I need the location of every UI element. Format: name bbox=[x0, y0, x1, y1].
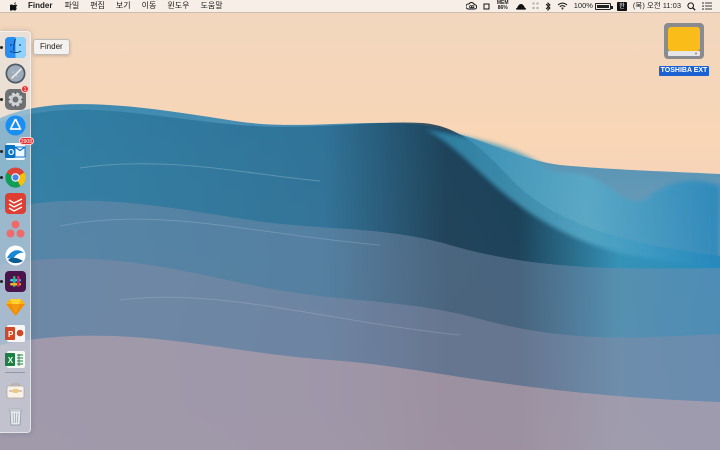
battery-status[interactable]: 100% bbox=[573, 0, 613, 12]
battery-percent: 100% bbox=[573, 1, 593, 10]
running-indicator bbox=[0, 176, 3, 179]
wave-icon bbox=[5, 245, 25, 265]
desktop-drive[interactable]: TOSHIBA EXT bbox=[659, 22, 709, 78]
dock-item-todoist[interactable] bbox=[4, 192, 26, 214]
menu-help[interactable]: 도움말 bbox=[200, 0, 222, 12]
menu-view[interactable]: 보기 bbox=[116, 0, 131, 12]
briefcase-icon bbox=[6, 383, 24, 398]
menu-window[interactable]: 윈도우 bbox=[167, 0, 189, 12]
notification-center-icon[interactable] bbox=[702, 0, 712, 12]
dock-item-system-preferences[interactable]: 1 bbox=[4, 85, 29, 110]
powerpoint-icon: P bbox=[4, 324, 25, 342]
dock-item-app-store[interactable] bbox=[4, 114, 26, 136]
outlook-badge: 2908 bbox=[18, 137, 34, 145]
dock-item-powerpoint[interactable]: P bbox=[4, 322, 26, 344]
slack-icon bbox=[4, 270, 26, 292]
external-drive-icon bbox=[664, 23, 704, 59]
spotlight-search-icon[interactable] bbox=[687, 0, 696, 12]
dock-item-outlook[interactable]: O 2908 bbox=[4, 137, 34, 162]
dock-item-slack[interactable] bbox=[4, 270, 26, 292]
menu-status-area: MEM 86% 100% 한 (목) 오전 11:03 bbox=[465, 0, 712, 12]
running-indicator bbox=[0, 98, 3, 101]
menu-bar: Finder 파일 편집 보기 이동 윈도우 도움말 MEM 86% 100% … bbox=[0, 0, 720, 12]
dock-item-excel[interactable]: X bbox=[4, 348, 26, 370]
menu-go[interactable]: 이동 bbox=[142, 0, 157, 12]
menu-left: Finder 파일 편집 보기 이동 윈도우 도움말 bbox=[9, 0, 234, 12]
running-indicator bbox=[0, 46, 3, 49]
finder-icon bbox=[4, 36, 26, 58]
diamond-icon bbox=[5, 298, 25, 316]
apple-menu-icon[interactable] bbox=[9, 1, 18, 11]
dock-item-briefcase[interactable] bbox=[4, 379, 26, 401]
wallpaper-wave-image bbox=[0, 0, 720, 450]
trash-icon bbox=[8, 408, 22, 425]
dock-separator bbox=[5, 372, 25, 373]
asana-icon bbox=[6, 220, 24, 237]
rocket-icon bbox=[5, 63, 25, 83]
menu-file[interactable]: 파일 bbox=[64, 0, 79, 12]
excel-icon: X bbox=[4, 350, 25, 368]
bluetooth-icon[interactable] bbox=[545, 0, 551, 12]
chrome-icon bbox=[4, 167, 26, 188]
memory-status[interactable]: MEM 86% bbox=[496, 0, 510, 12]
system-preferences-badge: 1 bbox=[21, 85, 29, 93]
input-source-icon[interactable]: 한 bbox=[616, 1, 627, 11]
hat-icon[interactable] bbox=[515, 0, 526, 12]
dock-item-sketch[interactable] bbox=[4, 296, 26, 318]
dock-item-chrome[interactable] bbox=[4, 166, 26, 188]
grid-icon[interactable] bbox=[532, 0, 539, 12]
memory-value: 86% bbox=[497, 5, 508, 11]
dock: 1 O 2908 P X bbox=[0, 31, 34, 433]
task-icon bbox=[4, 192, 26, 214]
menu-edit[interactable]: 편집 bbox=[90, 0, 105, 12]
clock-text[interactable]: (목) 오전 11:03 bbox=[633, 0, 681, 12]
dock-tooltip: Finder bbox=[33, 39, 70, 55]
running-indicator bbox=[0, 150, 3, 153]
wifi-icon[interactable] bbox=[557, 0, 568, 12]
dock-item-wave-app[interactable] bbox=[4, 244, 26, 266]
desktop: Finder 파일 편집 보기 이동 윈도우 도움말 MEM 86% 100% … bbox=[0, 0, 720, 450]
app-store-icon bbox=[5, 115, 25, 135]
square-icon[interactable] bbox=[483, 0, 490, 12]
svg-text:X: X bbox=[7, 356, 13, 365]
dock-item-finder[interactable] bbox=[4, 36, 26, 58]
dock-item-trash[interactable] bbox=[4, 405, 26, 427]
running-indicator bbox=[0, 280, 3, 283]
dock-item-asana[interactable] bbox=[4, 218, 26, 240]
battery-icon bbox=[594, 2, 613, 10]
creative-cloud-icon[interactable] bbox=[465, 0, 477, 12]
menu-finder[interactable]: Finder bbox=[28, 0, 52, 12]
drive-label: TOSHIBA EXT bbox=[659, 66, 709, 76]
dock-item-launchpad[interactable] bbox=[4, 62, 26, 84]
svg-text:P: P bbox=[8, 330, 14, 339]
svg-text:O: O bbox=[8, 148, 14, 157]
